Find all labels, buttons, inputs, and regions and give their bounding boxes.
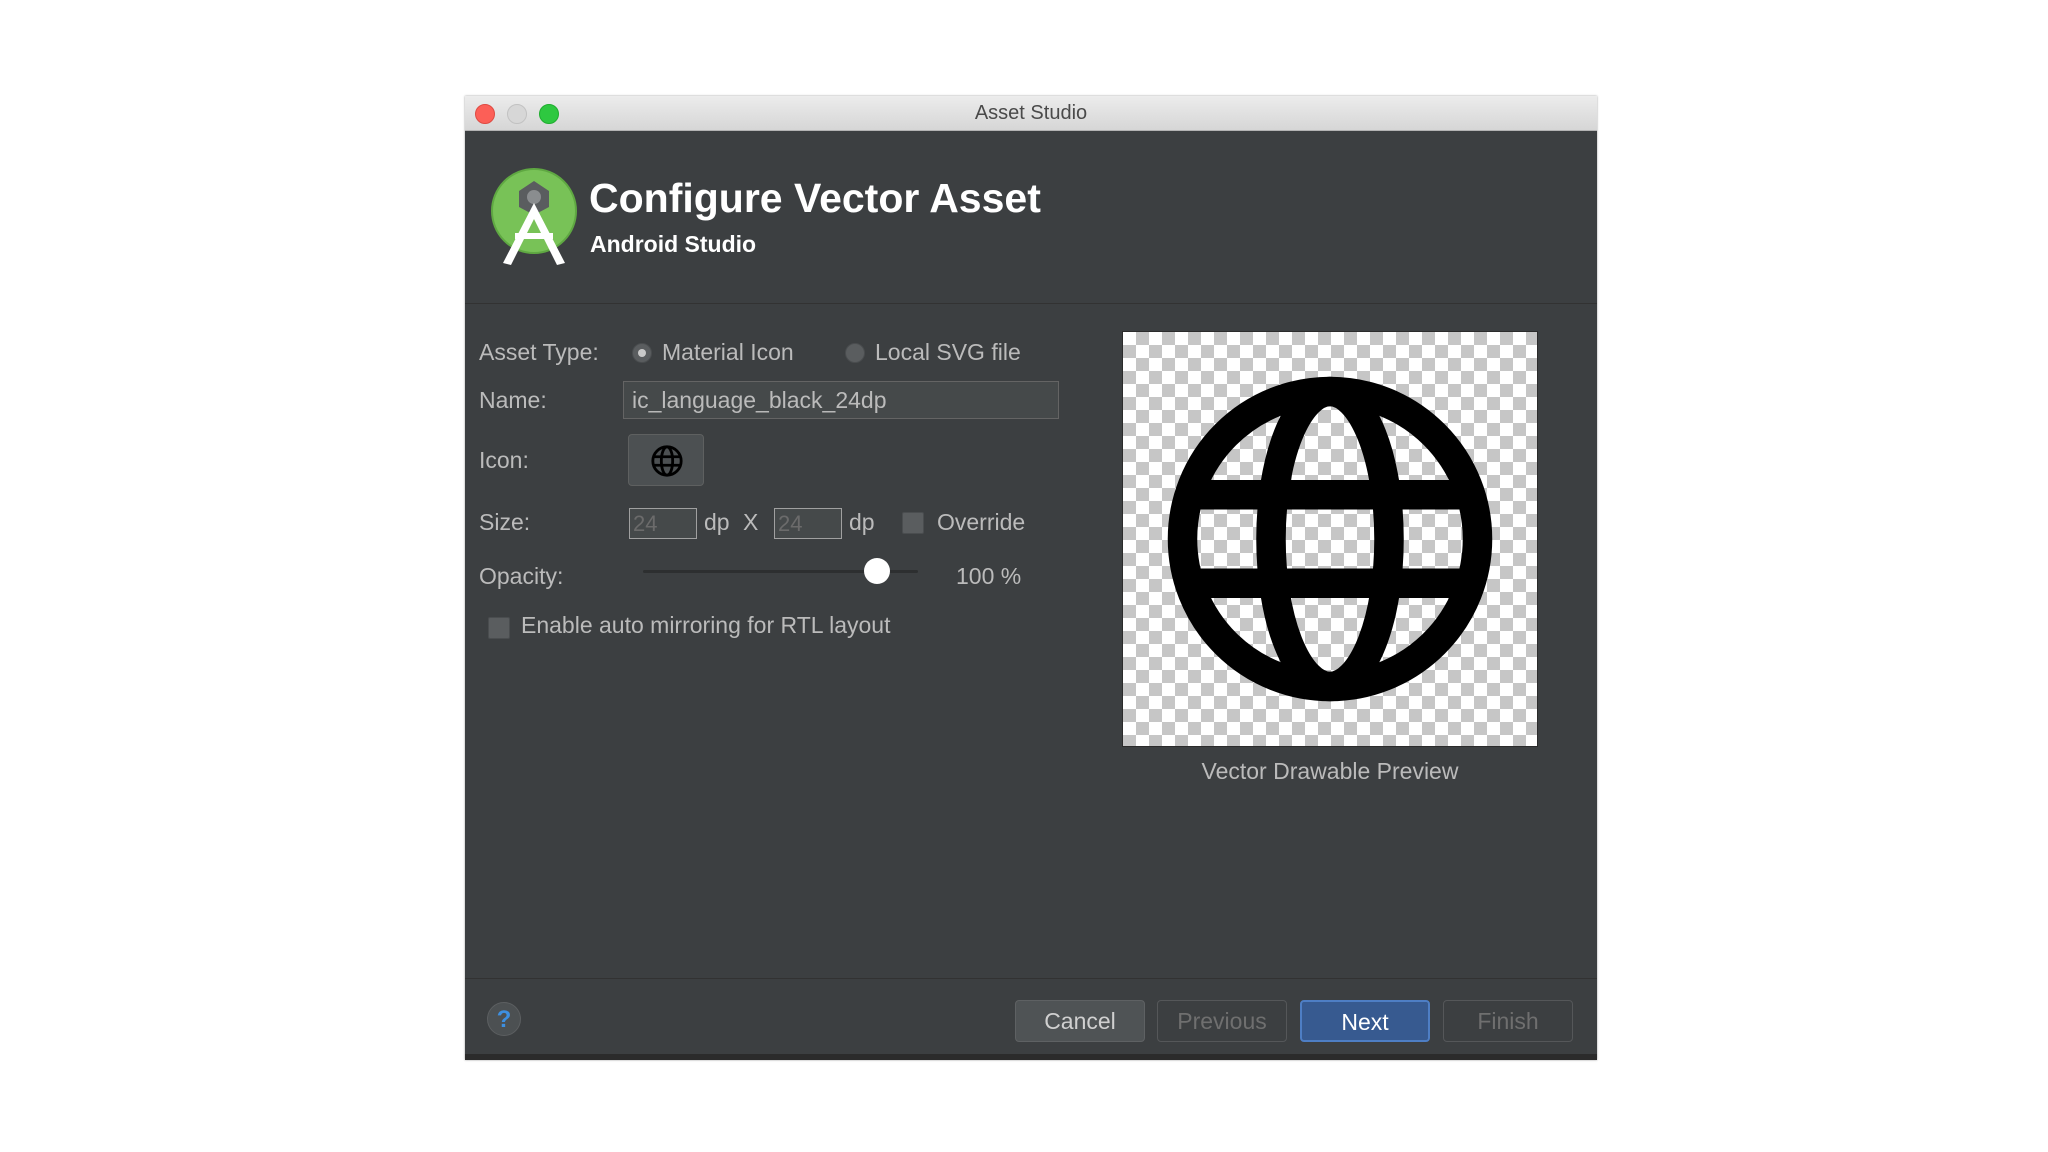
footer-divider bbox=[465, 978, 1597, 979]
dialog-title: Configure Vector Asset bbox=[589, 175, 1041, 221]
local-svg-radio[interactable] bbox=[845, 343, 865, 363]
finish-button[interactable]: Finish bbox=[1443, 1000, 1573, 1042]
opacity-label: Opacity: bbox=[479, 563, 564, 589]
opacity-slider[interactable] bbox=[643, 558, 918, 584]
dialog-subtitle: Android Studio bbox=[590, 231, 757, 257]
preview-caption: Vector Drawable Preview bbox=[1201, 758, 1459, 784]
title-bar[interactable]: Asset Studio bbox=[465, 96, 1597, 131]
bottom-strip bbox=[465, 1054, 1597, 1060]
auto-mirroring-label[interactable]: Enable auto mirroring for RTL layout bbox=[521, 612, 890, 639]
material-icon-radio[interactable] bbox=[632, 343, 652, 363]
override-checkbox[interactable] bbox=[902, 512, 924, 534]
globe-icon bbox=[651, 445, 683, 477]
asset-type-label: Asset Type: bbox=[479, 339, 599, 365]
asset-studio-window: Asset Studio Configure Vector Asset Andr… bbox=[465, 96, 1597, 1060]
next-button[interactable]: Next bbox=[1300, 1000, 1430, 1042]
height-input[interactable] bbox=[774, 508, 842, 539]
help-button[interactable]: ? bbox=[487, 1002, 521, 1036]
android-studio-logo-icon bbox=[491, 168, 577, 265]
name-label: Name: bbox=[479, 387, 547, 413]
opacity-value: 100 % bbox=[956, 563, 1022, 589]
globe-icon bbox=[1167, 376, 1493, 702]
opacity-slider-thumb[interactable] bbox=[863, 558, 890, 584]
size-times: X bbox=[743, 509, 759, 535]
name-input[interactable] bbox=[623, 381, 1059, 419]
size-label: Size: bbox=[479, 509, 531, 535]
height-unit: dp bbox=[849, 509, 875, 535]
cancel-button[interactable]: Cancel bbox=[1015, 1000, 1145, 1042]
local-svg-radio-label[interactable]: Local SVG file bbox=[875, 339, 1021, 366]
icon-label: Icon: bbox=[479, 447, 529, 473]
vector-drawable-preview bbox=[1122, 331, 1538, 747]
previous-button[interactable]: Previous bbox=[1157, 1000, 1287, 1042]
width-unit: dp bbox=[704, 509, 730, 535]
window-title: Asset Studio bbox=[974, 102, 1088, 124]
width-input[interactable] bbox=[629, 508, 697, 539]
override-label[interactable]: Override bbox=[937, 509, 1025, 536]
icon-picker-button[interactable] bbox=[628, 434, 704, 486]
auto-mirroring-checkbox[interactable] bbox=[488, 617, 510, 639]
material-icon-radio-label[interactable]: Material Icon bbox=[662, 339, 794, 366]
dialog-header: Configure Vector Asset Android Studio bbox=[465, 131, 1597, 304]
